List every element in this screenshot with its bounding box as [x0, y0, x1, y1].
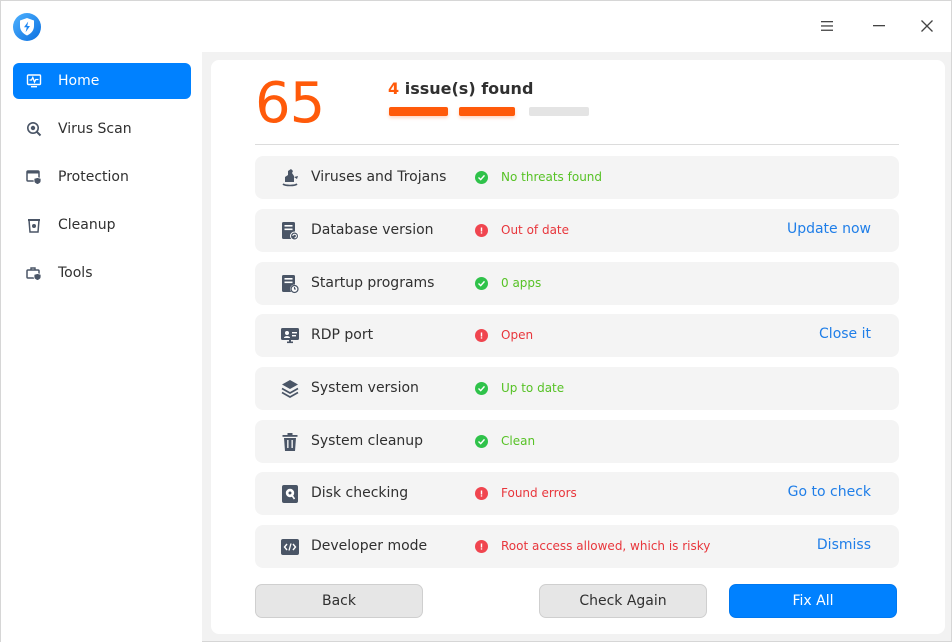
check-ok-icon	[475, 382, 488, 395]
status-text: Root access allowed, which is risky	[501, 539, 711, 553]
close-icon	[921, 20, 933, 32]
hamburger-icon	[821, 21, 833, 31]
check-label: Disk checking	[311, 485, 409, 501]
issue-text: issue(s) found	[399, 79, 534, 98]
alert-icon	[475, 329, 488, 342]
sidebar-item-home[interactable]: Home	[13, 63, 191, 99]
protection-icon	[26, 169, 42, 185]
virus-scan-icon	[26, 121, 42, 137]
security-score: 65	[255, 71, 325, 136]
status-text: Up to date	[501, 381, 565, 395]
go-to-check-link[interactable]: Go to check	[788, 484, 871, 500]
alert-icon	[475, 487, 488, 500]
sidebar-item-cleanup[interactable]: Cleanup	[13, 207, 191, 243]
check-ok-icon	[475, 435, 488, 448]
severity-bar	[389, 107, 448, 116]
tools-icon	[26, 265, 42, 281]
shield-lightning-icon	[12, 12, 42, 42]
check-row-system-version: System version Up to date	[255, 367, 899, 410]
sidebar-item-label: Protection	[58, 169, 129, 185]
severity-bar	[529, 107, 589, 116]
app-window: Home Virus Scan Protection Cleanup Tools…	[0, 0, 952, 642]
title-bar	[1, 1, 951, 52]
sidebar-item-label: Home	[58, 73, 100, 89]
disk-check-icon	[279, 483, 301, 505]
check-ok-icon	[475, 277, 488, 290]
check-label: RDP port	[311, 327, 374, 343]
main-panel: 65 4 issue(s) found Viruses and Trojans …	[211, 60, 945, 634]
check-ok-icon	[475, 171, 488, 184]
status-text: Out of date	[501, 223, 570, 237]
update-now-link[interactable]: Update now	[787, 221, 871, 237]
issues-summary: 4 issue(s) found	[388, 79, 533, 98]
check-row-viruses: Viruses and Trojans No threats found	[255, 156, 899, 199]
check-label: Viruses and Trojans	[311, 169, 447, 185]
check-row-cleanup: System cleanup Clean	[255, 420, 899, 463]
layers-icon	[279, 378, 301, 400]
check-label: Database version	[311, 222, 434, 238]
remote-desktop-icon	[279, 325, 301, 347]
trojan-horse-icon	[279, 167, 301, 189]
database-update-icon	[279, 220, 301, 242]
check-row-startup: Startup programs 0 apps	[255, 262, 899, 305]
sidebar-item-label: Tools	[58, 265, 93, 281]
menu-button[interactable]	[812, 11, 842, 41]
startup-clock-icon	[279, 273, 301, 295]
status-text: Open	[501, 328, 534, 342]
cleanup-icon	[26, 217, 42, 233]
sidebar: Home Virus Scan Protection Cleanup Tools	[1, 52, 202, 642]
alert-icon	[475, 540, 488, 553]
divider	[255, 144, 899, 145]
trash-icon	[279, 431, 301, 453]
minimize-icon	[873, 25, 885, 27]
sidebar-item-protection[interactable]: Protection	[13, 159, 191, 195]
close-it-link[interactable]: Close it	[819, 326, 871, 342]
monitor-pulse-icon	[26, 73, 42, 89]
code-icon	[279, 536, 301, 558]
close-button[interactable]	[912, 11, 942, 41]
check-label: System version	[311, 380, 419, 396]
sidebar-item-virus-scan[interactable]: Virus Scan	[13, 111, 191, 147]
check-label: Startup programs	[311, 275, 435, 291]
check-row-database: Database version Out of date Update now	[255, 209, 899, 252]
check-again-button[interactable]: Check Again	[539, 584, 707, 618]
check-row-developer: Developer mode Root access allowed, whic…	[255, 525, 899, 568]
status-text: 0 apps	[501, 276, 542, 290]
fix-all-button[interactable]: Fix All	[729, 584, 897, 618]
status-text: No threats found	[501, 170, 603, 184]
sidebar-item-tools[interactable]: Tools	[13, 255, 191, 291]
sidebar-item-label: Cleanup	[58, 217, 116, 233]
severity-bar	[459, 107, 515, 116]
issue-count: 4	[388, 79, 400, 98]
minimize-button[interactable]	[864, 11, 894, 41]
sidebar-item-label: Virus Scan	[58, 121, 132, 137]
check-label: Developer mode	[311, 538, 428, 554]
alert-icon	[475, 224, 488, 237]
status-text: Clean	[501, 434, 536, 448]
check-label: System cleanup	[311, 433, 424, 449]
check-row-rdp: RDP port Open Close it	[255, 314, 899, 357]
back-button[interactable]: Back	[255, 584, 423, 618]
status-text: Found errors	[501, 486, 577, 500]
dismiss-link[interactable]: Dismiss	[817, 537, 871, 553]
check-row-disk: Disk checking Found errors Go to check	[255, 472, 899, 515]
